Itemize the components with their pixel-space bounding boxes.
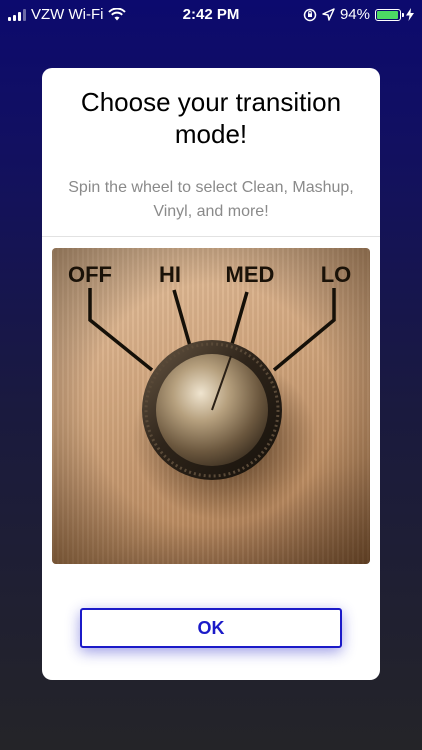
divider: [42, 236, 380, 237]
knob-label-med: MED: [226, 262, 275, 287]
knob-label-off: OFF: [68, 262, 112, 287]
orientation-lock-icon: [303, 8, 317, 21]
transition-mode-dialog: Choose your transition mode! Spin the wh…: [42, 68, 380, 680]
knob-label-lo: LO: [321, 262, 352, 287]
rotary-knob-image: OFF HI MED LO: [52, 248, 370, 564]
status-bar: VZW Wi-Fi 2:42 PM 94%: [0, 0, 422, 30]
knob-label-hi: HI: [159, 262, 181, 287]
battery-icon: [375, 8, 404, 21]
battery-percent: 94%: [339, 6, 370, 23]
location-arrow-icon: [322, 8, 335, 21]
ok-button[interactable]: OK: [80, 608, 342, 648]
dialog-subtitle: Spin the wheel to select Clean, Mashup, …: [68, 179, 354, 220]
status-right: 94%: [303, 6, 414, 23]
dialog-title: Choose your transition mode!: [80, 87, 342, 149]
charging-bolt-icon: [406, 8, 414, 21]
